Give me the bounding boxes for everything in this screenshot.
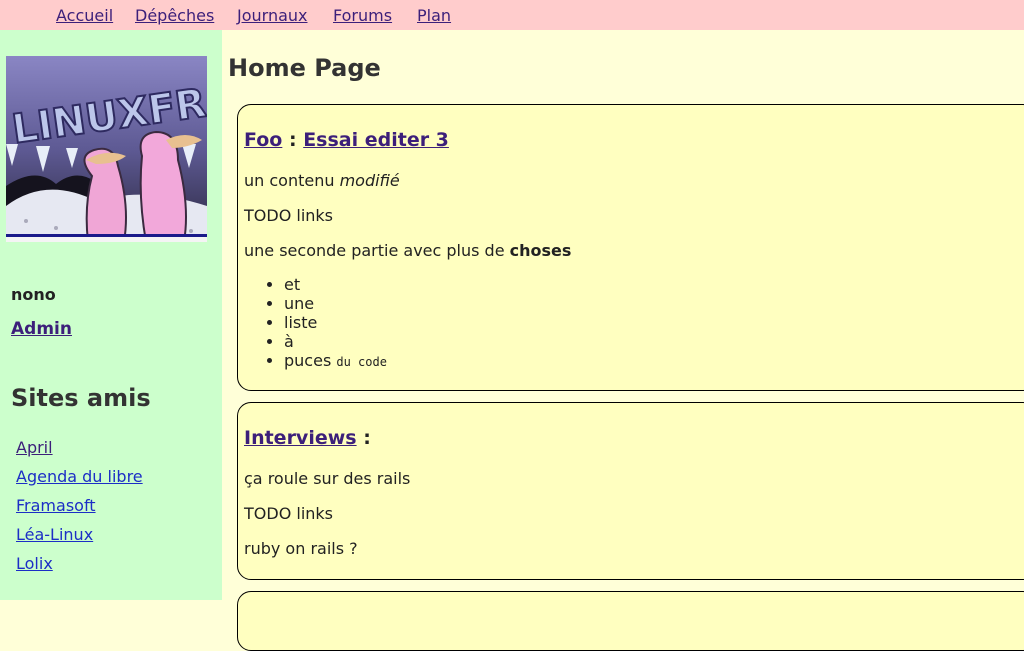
article-card: Foo : Essai editer 3 un contenu modifié … — [237, 104, 1024, 391]
emphasis-text: modifié — [339, 171, 400, 190]
nav-link-accueil[interactable]: Accueil — [56, 6, 113, 25]
article-paragraph: une seconde partie avec plus de choses — [244, 241, 571, 260]
paragraph-text: une seconde partie avec plus de — [244, 241, 510, 260]
friend-link-lolix[interactable]: Lolix — [16, 554, 53, 573]
bullet-item: une — [284, 294, 387, 313]
bullet-item: puces du code — [284, 351, 387, 370]
friend-link-framasoft[interactable]: Framasoft — [16, 496, 96, 515]
list-item: Léa-Linux — [16, 525, 143, 554]
nav-link-depeches[interactable]: Dépêches — [135, 6, 214, 25]
list-item: Framasoft — [16, 496, 143, 525]
article-paragraph: TODO links — [244, 206, 333, 225]
article-paragraph: ça roule sur des rails — [244, 469, 411, 488]
article-paragraph: TODO links — [244, 504, 333, 523]
friends-list: April Agenda du libre Framasoft Léa-Linu… — [16, 438, 143, 583]
article-heading: Foo : Essai editer 3 — [244, 129, 449, 151]
heading-separator: : — [288, 129, 297, 151]
article-section-link[interactable]: Foo — [244, 129, 282, 151]
article-section-link[interactable]: Interviews — [244, 427, 357, 449]
article-card: Interviews : ça roule sur des rails TODO… — [237, 402, 1024, 580]
sidebar: LINUXFR.ORG nono Admin Sites amis April … — [0, 30, 222, 600]
article-card — [237, 591, 1024, 651]
site-logo[interactable]: LINUXFR.ORG — [6, 56, 207, 242]
nav-link-plan[interactable]: Plan — [417, 6, 451, 25]
logo-image: LINUXFR.ORG — [6, 56, 207, 242]
bullet-item: liste — [284, 313, 387, 332]
code-snippet: du code — [336, 355, 387, 369]
strong-text: choses — [509, 241, 572, 260]
list-item: Lolix — [16, 554, 143, 583]
bullet-text: puces — [284, 351, 332, 370]
article-heading: Interviews : — [244, 427, 371, 449]
list-item: Agenda du libre — [16, 467, 143, 496]
nav-link-journaux[interactable]: Journaux — [237, 6, 308, 25]
bullet-list: et une liste à puces du code — [244, 275, 387, 370]
top-navigation: Accueil Dépêches Journaux Forums Plan — [0, 0, 1024, 30]
page-title: Home Page — [228, 54, 381, 82]
friends-title: Sites amis — [11, 384, 151, 412]
bullet-item: et — [284, 275, 387, 294]
article-paragraph: un contenu modifié — [244, 171, 400, 190]
article-paragraph: ruby on rails ? — [244, 539, 358, 558]
article-title-link[interactable]: Essai editer 3 — [303, 129, 449, 151]
friend-link-agenda[interactable]: Agenda du libre — [16, 467, 143, 486]
bullet-item: à — [284, 332, 387, 351]
admin-link[interactable]: Admin — [11, 319, 72, 339]
heading-separator: : — [363, 427, 371, 449]
paragraph-text: un contenu — [244, 171, 340, 190]
main-content: Home Page Foo : Essai editer 3 un conten… — [222, 30, 1024, 651]
nav-link-forums[interactable]: Forums — [333, 6, 392, 25]
list-item: April — [16, 438, 143, 467]
friend-link-lea-linux[interactable]: Léa-Linux — [16, 525, 93, 544]
friend-link-april[interactable]: April — [16, 438, 53, 457]
username: nono — [11, 285, 56, 304]
